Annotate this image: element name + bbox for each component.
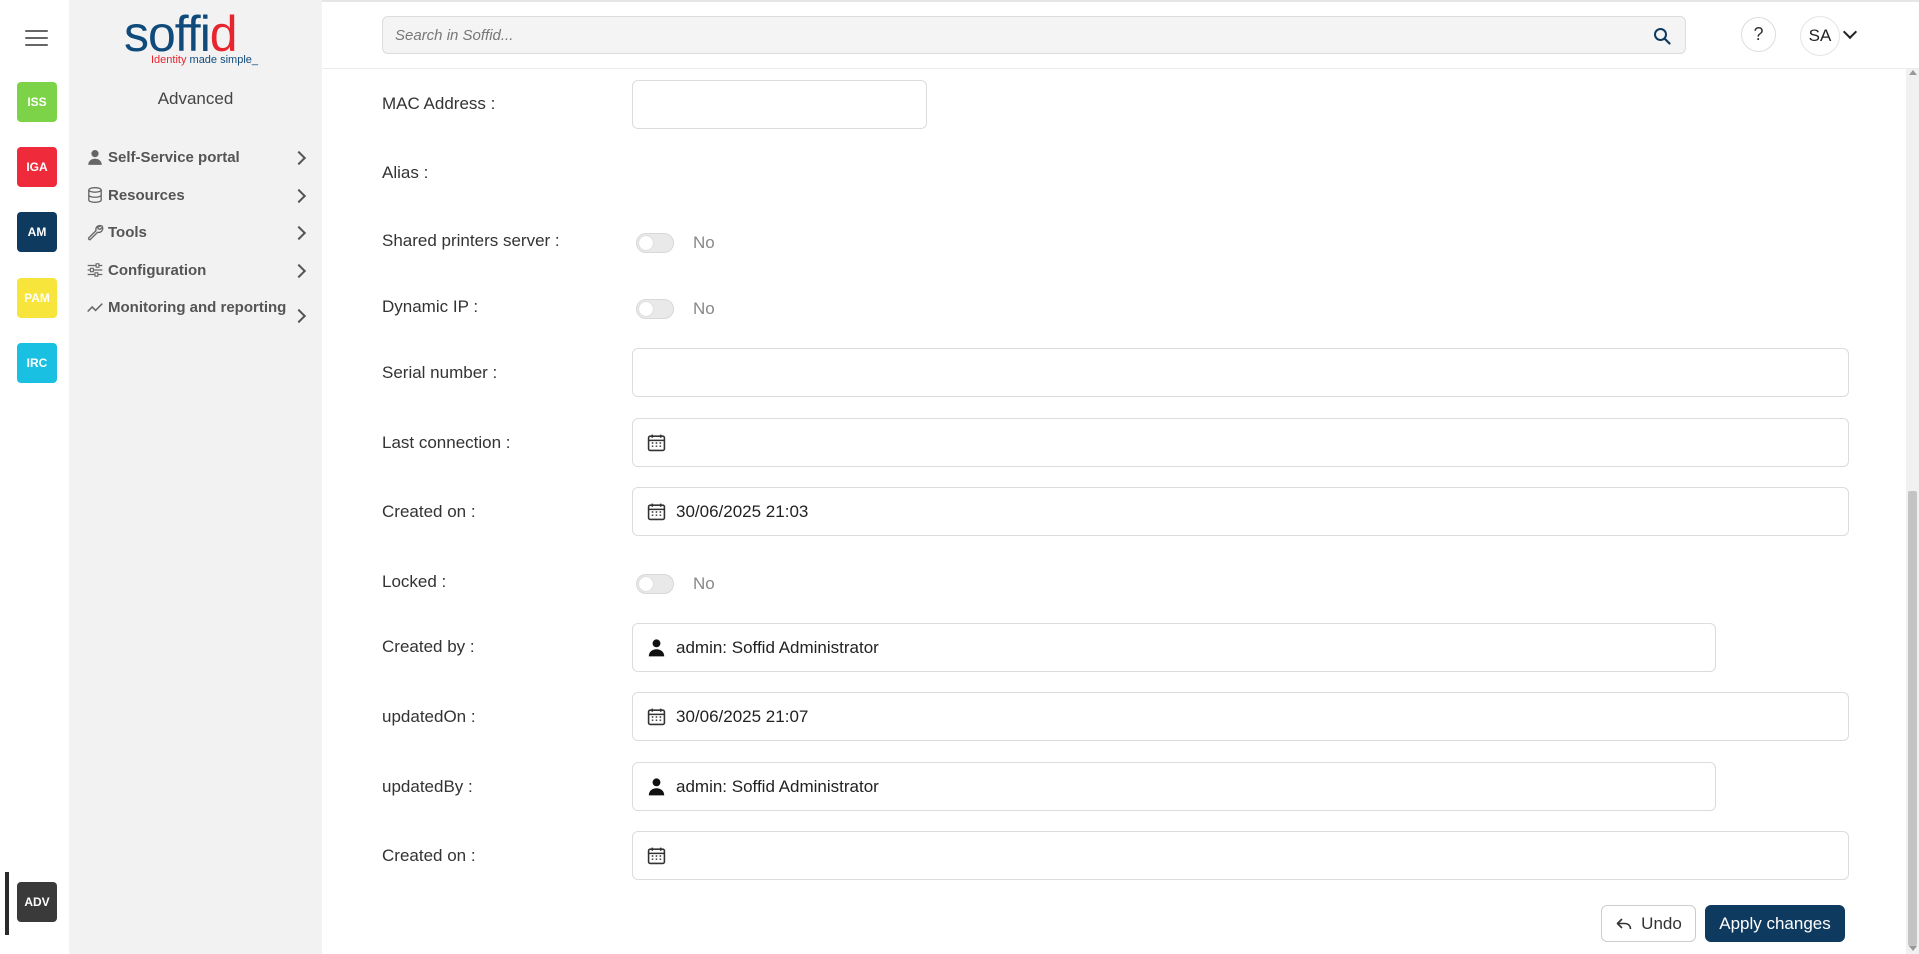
app-tile-pam[interactable]: PAM xyxy=(17,278,57,318)
sidebar-item-label: Monitoring and reporting xyxy=(108,299,287,316)
shared-printers-toggle[interactable] xyxy=(636,233,674,253)
created-on-2-field[interactable] xyxy=(632,831,1849,880)
hamburger-menu-icon[interactable] xyxy=(25,30,48,48)
mac-address-field[interactable] xyxy=(632,80,927,129)
created-on-field[interactable]: 30/06/2025 21:03 xyxy=(632,487,1849,536)
sidebar-item-label: Resources xyxy=(108,187,185,204)
shared-printers-label: Shared printers server : xyxy=(382,231,560,250)
user-icon xyxy=(88,150,102,165)
serial-number-label: Serial number : xyxy=(382,363,498,382)
database-icon xyxy=(88,187,102,203)
sliders-icon xyxy=(87,263,103,277)
user-icon xyxy=(648,778,665,796)
soffid-logo[interactable]: soffid Identity made simple_ xyxy=(124,6,284,68)
scrollbar-thumb[interactable] xyxy=(1908,491,1917,946)
serial-number-field[interactable] xyxy=(632,348,1849,397)
undo-button[interactable]: Undo xyxy=(1601,905,1696,942)
sidebar-title: Advanced xyxy=(157,89,234,108)
calendar-icon[interactable] xyxy=(647,502,666,521)
created-by-label: Created by : xyxy=(382,637,475,656)
updated-by-field[interactable]: admin: Soffid Administrator xyxy=(632,762,1716,811)
chart-line-icon xyxy=(87,303,103,313)
sidebar-item-tools[interactable]: Tools xyxy=(86,222,312,244)
created-on-value: 30/06/2025 21:03 xyxy=(676,501,809,521)
app-tile-adv[interactable]: ADV xyxy=(17,882,57,922)
last-connection-label: Last connection : xyxy=(382,433,511,452)
app-tile-iga[interactable]: IGA xyxy=(17,147,57,187)
created-on-2-label: Created on : xyxy=(382,846,476,865)
sidebar-item-label: Tools xyxy=(108,224,147,241)
calendar-icon[interactable] xyxy=(647,707,666,726)
alias-label: Alias : xyxy=(382,163,429,182)
calendar-icon[interactable] xyxy=(647,846,666,865)
sidebar: soffid Identity made simple_ Advanced Se… xyxy=(69,0,322,954)
wrench-icon xyxy=(87,224,104,241)
app-tile-iss[interactable]: ISS xyxy=(17,82,57,122)
app-tile-irc[interactable]: IRC xyxy=(17,343,57,383)
locked-label: Locked : xyxy=(382,572,447,591)
created-on-label: Created on : xyxy=(382,502,476,521)
scroll-down-arrow-icon[interactable] xyxy=(1909,946,1917,951)
search-bar xyxy=(382,16,1686,54)
scrollbar[interactable] xyxy=(1906,69,1919,954)
dynamic-ip-toggle[interactable] xyxy=(636,299,674,319)
sidebar-item-label: Self-Service portal xyxy=(108,149,240,166)
sidebar-item-self-service-portal[interactable]: Self-Service portal xyxy=(86,147,312,169)
apply-changes-button[interactable]: Apply changes xyxy=(1705,905,1845,942)
locked-value: No xyxy=(693,574,715,593)
dynamic-ip-label: Dynamic IP : xyxy=(382,297,479,316)
user-icon xyxy=(648,639,665,657)
undo-label: Undo xyxy=(1641,913,1682,933)
search-input[interactable] xyxy=(395,17,1635,53)
last-connection-field[interactable] xyxy=(632,418,1849,467)
help-button[interactable]: ? xyxy=(1741,17,1776,52)
sidebar-item-label: Configuration xyxy=(108,262,207,279)
sidebar-item-resources[interactable]: Resources xyxy=(86,185,312,207)
mac-address-label: MAC Address : xyxy=(382,94,496,113)
sidebar-item-configuration[interactable]: Configuration xyxy=(86,260,312,282)
app-rail: ISS IGA AM PAM IRC ADV xyxy=(0,0,69,954)
created-by-field[interactable]: admin: Soffid Administrator xyxy=(632,623,1716,672)
chevron-down-icon[interactable] xyxy=(1842,24,1858,40)
sidebar-item-monitoring-and-reporting[interactable]: Monitoring and reporting xyxy=(86,297,312,324)
undo-icon xyxy=(1616,917,1632,929)
scroll-up-arrow-icon[interactable] xyxy=(1909,70,1917,75)
search-icon[interactable] xyxy=(1653,27,1671,45)
updated-by-value: admin: Soffid Administrator xyxy=(676,776,879,796)
shared-printers-value: No xyxy=(693,233,715,252)
updated-on-field[interactable]: 30/06/2025 21:07 xyxy=(632,692,1849,741)
locked-toggle[interactable] xyxy=(636,574,674,594)
created-by-value: admin: Soffid Administrator xyxy=(676,637,879,657)
dynamic-ip-value: No xyxy=(693,299,715,318)
updated-on-value: 30/06/2025 21:07 xyxy=(676,706,809,726)
calendar-icon[interactable] xyxy=(647,433,666,452)
updated-on-label: updatedOn : xyxy=(382,707,476,726)
active-app-marker xyxy=(5,872,9,935)
avatar[interactable]: SA xyxy=(1800,16,1840,56)
updated-by-label: updatedBy : xyxy=(382,777,473,796)
app-tile-am[interactable]: AM xyxy=(17,212,57,252)
header-divider xyxy=(322,68,1919,69)
